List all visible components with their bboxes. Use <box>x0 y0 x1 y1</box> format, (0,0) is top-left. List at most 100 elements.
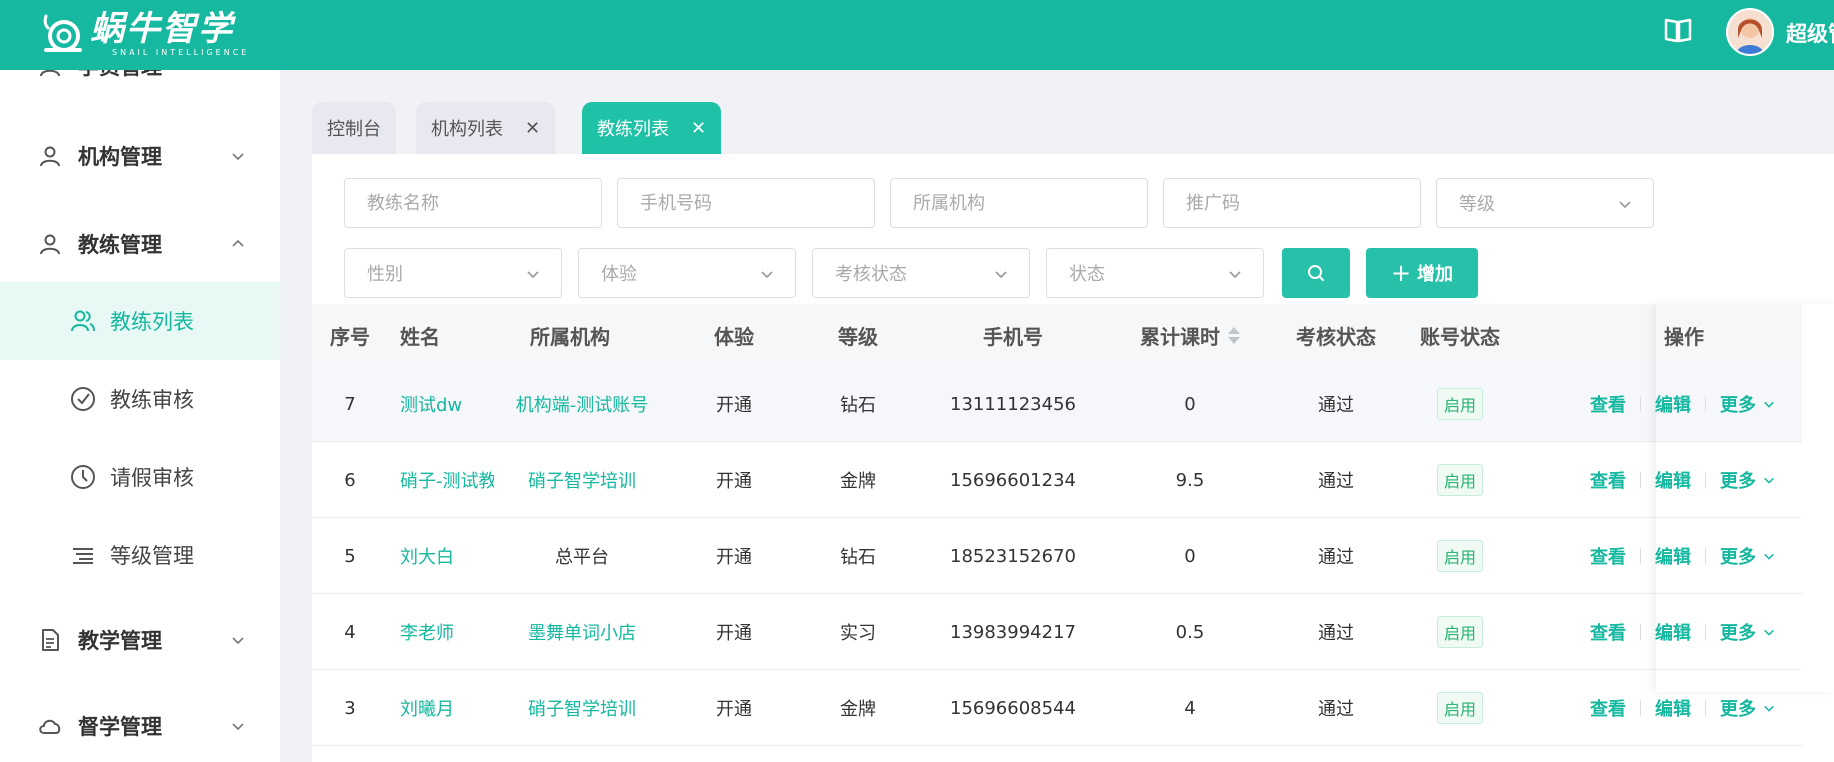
view-button[interactable]: 查看 <box>1590 619 1626 645</box>
cell-org-link[interactable]: 硝子智学培训 <box>494 442 670 518</box>
tab-dashboard[interactable]: 控制台 <box>312 102 396 154</box>
avatar[interactable] <box>1726 8 1774 56</box>
col-index: 序号 <box>330 324 370 349</box>
cell-org-link[interactable]: 墨舞单词小店 <box>494 594 670 670</box>
cell-index: 5 <box>344 545 356 567</box>
top-header: 蜗牛智学 SNAIL INTELLIGENCE 超级管理员 <box>0 0 1834 70</box>
cell-index: 3 <box>344 697 356 719</box>
sidebar-item-label: 督学管理 <box>78 715 162 739</box>
more-button[interactable]: 更多 <box>1720 467 1776 493</box>
table-row[interactable]: 3 刘曦月 硝子智学培训 开通 金牌 15696608544 4 通过 启用 查看 编辑 更多 <box>312 670 1802 746</box>
cell-org-link: 总平台 <box>555 547 609 568</box>
close-icon[interactable]: ✕ <box>525 118 540 139</box>
user-name[interactable]: 超级管理员 <box>1786 18 1834 48</box>
level-select[interactable]: 等级 <box>1436 178 1654 228</box>
user-icon <box>40 234 60 255</box>
edit-button[interactable]: 编辑 <box>1655 543 1691 569</box>
cell-name-link[interactable]: 测试dw <box>388 366 494 442</box>
table-row[interactable]: 5 刘大白 总平台 开通 钻石 18523152670 0 通过 启用 查看 编辑 更多 <box>312 518 1802 594</box>
more-button[interactable]: 更多 <box>1720 543 1776 569</box>
chevron-down-icon <box>232 637 244 645</box>
sidebar-item-label: 机构管理 <box>78 145 162 169</box>
cell-name-link[interactable]: 刘大白 <box>388 518 494 594</box>
trial-select[interactable]: 体验 <box>578 248 796 298</box>
divider <box>1640 548 1641 564</box>
cell-trial: 开通 <box>716 395 752 416</box>
sidebar-item-students[interactable]: 学员管理 <box>0 70 280 96</box>
divider <box>1705 396 1706 412</box>
more-label: 更多 <box>1720 699 1756 720</box>
cell-name-link[interactable]: 刘曦月 <box>388 670 494 746</box>
edit-button[interactable]: 编辑 <box>1655 619 1691 645</box>
edit-button[interactable]: 编辑 <box>1655 467 1691 493</box>
phone-input[interactable] <box>617 178 875 228</box>
more-button[interactable]: 更多 <box>1720 619 1776 645</box>
app-logo[interactable]: 蜗牛智学 SNAIL INTELLIGENCE <box>40 6 249 62</box>
cell-ops: 查看 编辑 更多 <box>1574 594 1794 670</box>
status-select[interactable]: 状态 <box>1046 248 1264 298</box>
cell-level: 实习 <box>840 623 876 644</box>
chevron-down-icon <box>995 271 1007 279</box>
sort-icon[interactable] <box>1228 326 1240 344</box>
book-icon[interactable] <box>1662 14 1694 46</box>
select-placeholder: 等级 <box>1459 194 1495 215</box>
tab-label: 教练列表 <box>597 119 669 140</box>
view-button[interactable]: 查看 <box>1590 543 1626 569</box>
sidebar: 学员管理 机构管理 教练管理 教练列表 教练审核 请假审核 等级管理 教学管理 … <box>0 70 280 762</box>
sidebar-item-label: 请假审核 <box>110 466 194 490</box>
document-icon <box>42 629 59 651</box>
tab-org-list[interactable]: 机构列表 ✕ <box>416 102 556 154</box>
cell-phone: 15696608544 <box>950 697 1076 719</box>
coach-name-input[interactable] <box>344 178 602 228</box>
sidebar-item-coaches[interactable]: 教练管理 <box>0 214 280 274</box>
cell-trial: 开通 <box>716 699 752 720</box>
col-review: 考核状态 <box>1296 324 1376 349</box>
edit-button[interactable]: 编辑 <box>1655 391 1691 417</box>
cell-level: 钻石 <box>840 547 876 568</box>
table-header: 序号 姓名 所属机构 体验 等级 手机号 累计课时 考核状态 账号状态 操作 <box>312 304 1802 366</box>
chevron-up-icon <box>232 239 244 247</box>
users-icon <box>71 310 95 332</box>
cell-org-link[interactable]: 硝子智学培训 <box>494 670 670 746</box>
promo-code-input[interactable] <box>1163 178 1421 228</box>
divider <box>1705 700 1706 716</box>
sidebar-item-orgs[interactable]: 机构管理 <box>0 126 280 186</box>
table-row[interactable]: 4 李老师 墨舞单词小店 开通 实习 13983994217 0.5 通过 启用 查看 编辑 更多 <box>312 594 1802 670</box>
view-button[interactable]: 查看 <box>1590 467 1626 493</box>
edit-button[interactable]: 编辑 <box>1655 695 1691 721</box>
sidebar-item-teaching[interactable]: 教学管理 <box>0 610 280 670</box>
cell-phone: 15696601234 <box>950 469 1076 491</box>
more-button[interactable]: 更多 <box>1720 695 1776 721</box>
table-row[interactable]: 6 硝子-测试教练硝子智学培训 开通 金牌 15696601234 9.5 通过 启用 查看 编辑… <box>312 442 1802 518</box>
sidebar-item-label: 教练列表 <box>110 310 194 334</box>
cell-name-link[interactable]: 硝子-测试教练 <box>388 442 494 518</box>
cell-index: 6 <box>344 469 356 491</box>
sidebar-item-supervise[interactable]: 督学管理 <box>0 696 280 756</box>
cell-name-link[interactable]: 李老师 <box>388 594 494 670</box>
tab-coach-list[interactable]: 教练列表 ✕ <box>582 102 722 154</box>
table-row[interactable]: 7 测试dw 机构端-测试账号 开通 钻石 13111123456 0 通过 启用 查看 编辑 更多 <box>312 366 1802 442</box>
sidebar-item-coach-review[interactable]: 教练审核 <box>0 360 280 438</box>
sidebar-item-coach-list[interactable]: 教练列表 <box>0 282 280 360</box>
status-badge: 启用 <box>1436 464 1483 496</box>
cell-ops: 查看 编辑 更多 <box>1574 518 1794 594</box>
cell-org-link[interactable]: 机构端-测试账号 <box>494 366 670 442</box>
divider <box>1705 472 1706 488</box>
col-hours[interactable]: 累计课时 <box>1106 304 1274 366</box>
sidebar-item-leave-review[interactable]: 请假审核 <box>0 438 280 516</box>
org-input[interactable] <box>890 178 1148 228</box>
search-button[interactable] <box>1282 248 1350 298</box>
view-button[interactable]: 查看 <box>1590 391 1626 417</box>
cell-review: 通过 <box>1318 699 1354 720</box>
chevron-down-icon <box>761 271 773 279</box>
chevron-down-icon <box>1764 705 1774 712</box>
sidebar-item-level-manage[interactable]: 等级管理 <box>0 516 280 594</box>
more-button[interactable]: 更多 <box>1720 391 1776 417</box>
view-button[interactable]: 查看 <box>1590 695 1626 721</box>
review-status-select[interactable]: 考核状态 <box>812 248 1030 298</box>
add-button[interactable]: + 增加 <box>1366 248 1478 298</box>
sidebar-item-label: 学员管理 <box>78 70 162 81</box>
close-icon[interactable]: ✕ <box>691 118 706 139</box>
gender-select[interactable]: 性别 <box>344 248 562 298</box>
cell-hours: 0 <box>1184 393 1196 415</box>
